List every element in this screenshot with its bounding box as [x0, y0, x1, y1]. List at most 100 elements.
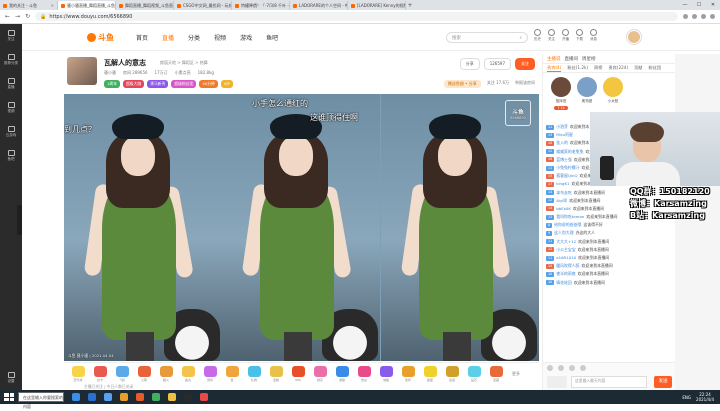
gift-item[interactable]: 火箭	[134, 365, 154, 382]
gift-item[interactable]: 星星	[420, 365, 440, 382]
close-window-button[interactable]: ✕	[706, 0, 720, 10]
chat-username[interactable]: 这人别大理	[554, 229, 573, 237]
start-icon[interactable]	[4, 393, 14, 401]
gift-share-link[interactable]: 赠送鱼翅 • 分享	[443, 80, 481, 88]
browser-tab[interactable]: [LADORARE] Kenny的视频×	[348, 1, 406, 10]
taskbar-app-icon[interactable]	[104, 393, 112, 401]
chat-panel-tab[interactable]: 直播间	[565, 56, 579, 62]
rank-tab[interactable]: 贵宾(224)	[608, 65, 628, 71]
gift-item[interactable]: 鱼丸	[178, 365, 198, 382]
minimize-button[interactable]: —	[678, 0, 692, 10]
browser-tab[interactable]: 我的关注 - 斗鱼 ×	[0, 1, 58, 10]
gift-item[interactable]: 宝箱	[266, 365, 286, 382]
chat-username[interactable]: 夜半的雨夜	[556, 270, 575, 278]
gift-item[interactable]: 办卡	[90, 365, 110, 382]
send-button[interactable]: 发送	[654, 376, 672, 388]
nav-link[interactable]: 游戏	[240, 33, 252, 42]
rank-tab[interactable]: 贵宾(4)	[547, 65, 562, 72]
rank-item[interactable]: 指挥官 7.1k	[551, 77, 571, 117]
gift-item[interactable]: 飞机	[112, 365, 132, 382]
back-button[interactable]: ←	[5, 13, 10, 20]
share-button[interactable]: 分享	[459, 58, 480, 70]
chat-panel-tab[interactable]: 主播说	[547, 56, 561, 62]
gift-item[interactable]: 皇冠	[442, 365, 462, 382]
forward-button[interactable]: →	[15, 13, 20, 20]
chat-username[interactable]: 暖风吹得人醉	[556, 262, 579, 270]
url-input[interactable]: 🔒 https://www.douyu.com/6566890	[35, 12, 678, 21]
gift-item[interactable]: 宝藏	[486, 365, 506, 382]
chat-username[interactable]: 我叫你吃toman	[556, 213, 584, 221]
rank-item[interactable]: 小太阳	[603, 77, 623, 117]
chat-username[interactable]: 蓝博士强	[556, 156, 572, 164]
language-indicator[interactable]: ENG	[682, 395, 691, 400]
browser-tab[interactable]: 舞蹈直播_舞蹈视频_斗鱼直播×	[116, 1, 174, 10]
gift-item[interactable]: 礼物	[244, 365, 264, 382]
close-tab-icon[interactable]: ×	[51, 3, 54, 8]
room-badge[interactable]: 40分钟	[199, 80, 218, 88]
room-badge[interactable]: 黑马新秀	[147, 80, 169, 88]
chat-username[interactable]: Aiyi咩	[556, 197, 567, 205]
sidebar-item[interactable]: 鱼吧	[7, 150, 15, 162]
sidebar-item[interactable]: 推荐分类	[4, 54, 18, 66]
taskbar-app-icon[interactable]	[88, 393, 96, 401]
header-tool[interactable]: 开播	[562, 29, 569, 42]
chat-username[interactable]: 孤客留QinQ	[556, 172, 577, 180]
gift-item[interactable]: 游艇	[332, 365, 352, 382]
header-tool[interactable]: 关注	[548, 29, 555, 42]
gift-item[interactable]: 钻石	[464, 365, 484, 382]
follow-button[interactable]: 关注	[515, 58, 535, 70]
user-badge[interactable]	[547, 376, 567, 388]
rank-tab[interactable]: 粉丝团	[648, 65, 661, 71]
chat-username[interactable]: bbEk0K	[556, 205, 571, 213]
gift-item[interactable]: 告白	[354, 365, 374, 382]
sidebar-item[interactable]: 视频	[7, 102, 15, 114]
rank-tab[interactable]: 粉丝(1.2k)	[567, 65, 588, 71]
header-tool[interactable]: 下载	[576, 29, 583, 42]
chat-panel-tab[interactable]: 周星榜	[582, 56, 596, 62]
fans-icon[interactable]	[569, 365, 575, 371]
taskbar-search[interactable]: 在这里输入你要搜索的内容	[18, 392, 64, 409]
maximize-button[interactable]: ☐	[692, 0, 706, 10]
emoji-icon[interactable]	[547, 365, 553, 371]
new-tab-button[interactable]: +	[406, 1, 414, 10]
sidebar-item[interactable]: 直播	[7, 78, 15, 90]
douyu-logo[interactable]: 斗鱼	[87, 32, 114, 43]
header-tool[interactable]: 消息	[590, 29, 597, 42]
nav-link[interactable]: 首页	[136, 33, 148, 42]
sidebar-settings[interactable]: 设置	[7, 372, 15, 384]
browser-tab[interactable]: 特權降價！「-7/3/8 千叶 - bil×	[232, 1, 290, 10]
gift-item[interactable]: 弱鸡	[200, 365, 220, 382]
nav-link[interactable]: 直播	[162, 33, 174, 42]
gift-item[interactable]: 666	[288, 365, 308, 382]
star-icon[interactable]	[683, 14, 688, 19]
browser-tab[interactable]: LADORARE的个人空间 - 哔哩×	[290, 1, 348, 10]
chat-username[interactable]: 威威家的老兔兔	[556, 148, 583, 156]
room-badge[interactable]: 超级粉丝团	[171, 80, 197, 88]
room-badge[interactable]: VIP	[220, 80, 233, 88]
search-icon[interactable]: ⌕	[519, 35, 522, 41]
rank-tab[interactable]: 周榜	[594, 65, 602, 71]
chat-username[interactable]: 给你说的爸爸哦	[554, 221, 581, 229]
taskbar-app-icon[interactable]	[184, 393, 192, 401]
chat-username[interactable]: 拿鸟去吃	[556, 189, 572, 197]
gift-more-button[interactable]: 更多	[512, 371, 520, 377]
header-tool[interactable]: 历史	[534, 29, 541, 42]
nav-link[interactable]: 分类	[188, 33, 200, 42]
extension-icon[interactable]	[692, 14, 697, 19]
gift-item[interactable]: 奖杯	[398, 365, 418, 382]
profile-icon[interactable]	[701, 14, 706, 19]
menu-icon[interactable]	[710, 14, 715, 19]
taskbar-app-icon[interactable]	[152, 393, 160, 401]
chat-username[interactable]: 大大大+12	[556, 238, 576, 246]
taskbar-app-icon[interactable]	[200, 393, 208, 401]
video-player[interactable]: 斗鱼 6566890 斗鱼 骚小骚 | 2021.04.04 到几点？ 小手怎么通…	[64, 94, 539, 361]
browser-tab[interactable]: CSGO中文网_最优网 - 玩刻成为×	[174, 1, 232, 10]
streamer-avatar[interactable]	[67, 57, 97, 85]
gift-item[interactable]: 荧光棒	[68, 365, 88, 382]
chat-username[interactable]: 挂入的	[556, 139, 568, 147]
chat-username[interactable]: 小兔兔柠檬汁	[556, 164, 579, 172]
report-room-link[interactable]: 举报该房间	[515, 80, 535, 88]
chat-input[interactable]: 这里输入聊天内容	[571, 376, 647, 388]
rank-item[interactable]: 奥特曼	[577, 77, 597, 117]
taskbar-app-icon[interactable]	[168, 393, 176, 401]
